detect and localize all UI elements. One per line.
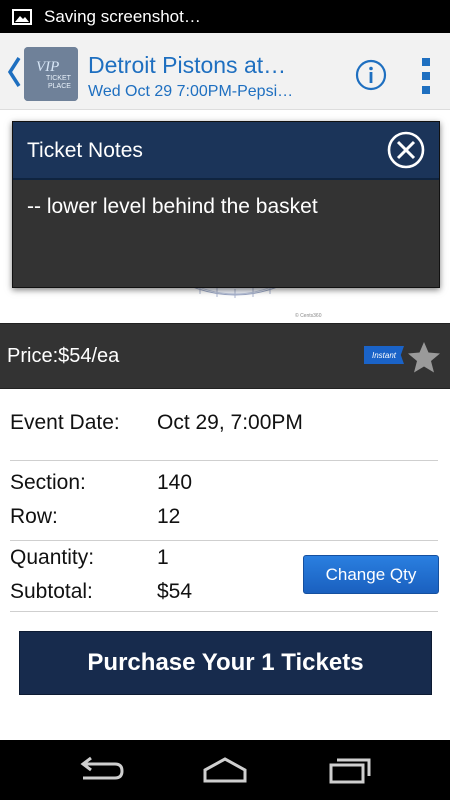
event-date-label: Event Date: bbox=[10, 411, 120, 434]
row-label: Row: bbox=[10, 505, 58, 528]
back-icon[interactable] bbox=[75, 756, 125, 784]
svg-text:TICKET: TICKET bbox=[46, 75, 72, 82]
row-value: 12 bbox=[157, 505, 181, 528]
info-icon[interactable] bbox=[355, 59, 387, 91]
status-text: Saving screenshot… bbox=[44, 6, 201, 26]
divider bbox=[10, 611, 438, 612]
svg-text:VIP: VIP bbox=[36, 59, 59, 75]
back-chevron-icon[interactable] bbox=[6, 55, 22, 89]
divider bbox=[10, 460, 438, 461]
subtotal-value: $54 bbox=[157, 580, 193, 603]
divider bbox=[10, 540, 438, 541]
event-title: Detroit Pistons at… bbox=[88, 52, 287, 78]
overflow-menu-icon[interactable] bbox=[418, 56, 434, 96]
section-value: 140 bbox=[157, 471, 193, 494]
status-bar: Saving screenshot… bbox=[0, 0, 450, 33]
subtotal-label: Subtotal: bbox=[10, 580, 93, 603]
home-icon[interactable] bbox=[200, 756, 250, 784]
price-bar: Price:$54/ea Instant bbox=[0, 323, 450, 389]
svg-text:PLACE: PLACE bbox=[48, 83, 71, 90]
close-icon[interactable] bbox=[386, 130, 426, 170]
map-copyright: © Cents360 bbox=[295, 313, 322, 319]
change-qty-button[interactable]: Change Qty bbox=[303, 555, 439, 594]
dialog-notes-text: -- lower level behind the basket bbox=[27, 195, 318, 218]
dialog-header: Ticket Notes bbox=[13, 122, 439, 180]
event-subtitle: Wed Oct 29 7:00PM-Pepsi… bbox=[88, 83, 294, 100]
recent-apps-icon[interactable] bbox=[325, 756, 375, 784]
price-text: Price:$54/ea bbox=[7, 345, 120, 367]
action-bar: VIP TICKET PLACE Detroit Pistons at… Wed… bbox=[0, 33, 450, 110]
section-label: Section: bbox=[10, 471, 86, 494]
quantity-label: Quantity: bbox=[10, 546, 95, 569]
app-logo[interactable]: VIP TICKET PLACE bbox=[24, 47, 78, 101]
event-date-value: Oct 29, 7:00PM bbox=[157, 411, 303, 434]
image-icon bbox=[12, 8, 32, 25]
quantity-value: 1 bbox=[157, 546, 169, 569]
favorite-star-icon[interactable] bbox=[407, 340, 441, 374]
purchase-button[interactable]: Purchase Your 1 Tickets bbox=[19, 631, 432, 695]
instant-badge: Instant bbox=[364, 346, 404, 364]
ticket-notes-dialog: Ticket Notes -- lower level behind the b… bbox=[12, 121, 440, 288]
dialog-title: Ticket Notes bbox=[27, 139, 143, 162]
system-nav-bar bbox=[0, 740, 450, 800]
